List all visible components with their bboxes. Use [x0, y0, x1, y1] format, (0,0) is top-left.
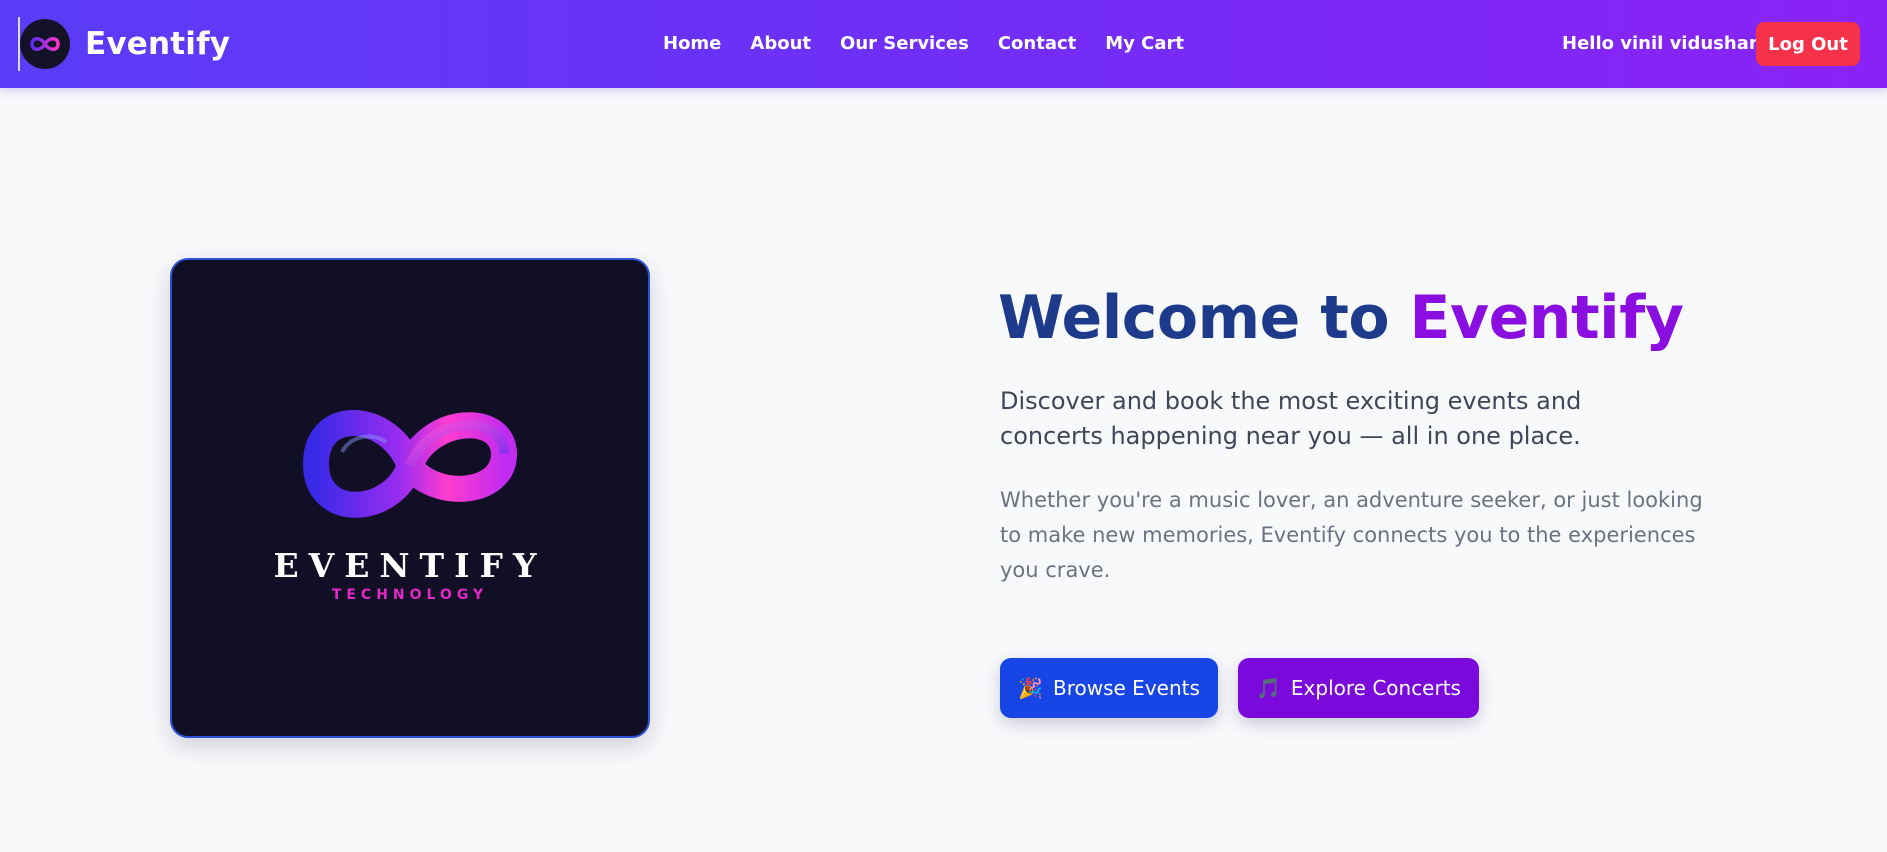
user-greeting: Hello vinil vidushanka — [1562, 33, 1786, 54]
logout-button[interactable]: Log Out — [1756, 22, 1860, 66]
explore-concerts-button[interactable]: 🎵 Explore Concerts — [1238, 658, 1479, 718]
music-note-icon: 🎵 — [1256, 676, 1281, 700]
explore-concerts-label: Explore Concerts — [1290, 676, 1461, 700]
title-prefix: Welcome to — [998, 283, 1410, 353]
party-popper-icon: 🎉 — [1018, 676, 1043, 700]
nav-link-home[interactable]: Home — [663, 33, 721, 54]
logo-subtitle: TECHNOLOGY — [331, 587, 489, 603]
nav-link-about[interactable]: About — [750, 33, 811, 54]
browse-events-label: Browse Events — [1053, 676, 1200, 700]
nav-link-contact[interactable]: Contact — [998, 33, 1076, 54]
brand-name[interactable]: Eventify — [85, 26, 230, 62]
logo-wordmark: EVENTIFY — [273, 546, 547, 585]
hero-logo-card: EVENTIFY TECHNOLOGY — [170, 258, 650, 738]
infinity-logo-icon — [303, 410, 517, 518]
brand[interactable]: Eventify — [18, 17, 230, 71]
main-nav: Home About Our Services Contact My Cart — [663, 33, 1213, 54]
browse-events-button[interactable]: 🎉 Browse Events — [1000, 658, 1218, 718]
hero-lead: Discover and book the most exciting even… — [1000, 387, 1582, 450]
title-brand: Eventify — [1409, 283, 1684, 353]
nav-link-my-cart[interactable]: My Cart — [1105, 33, 1184, 54]
hero-description: Whether you're a music lover, an adventu… — [1000, 488, 1703, 582]
page-title: Welcome to Eventify — [998, 283, 1684, 353]
brand-logo-icon[interactable] — [20, 19, 70, 69]
nav-link-our-services[interactable]: Our Services — [840, 33, 969, 54]
navbar: Eventify Home About Our Services Contact… — [0, 0, 1887, 88]
